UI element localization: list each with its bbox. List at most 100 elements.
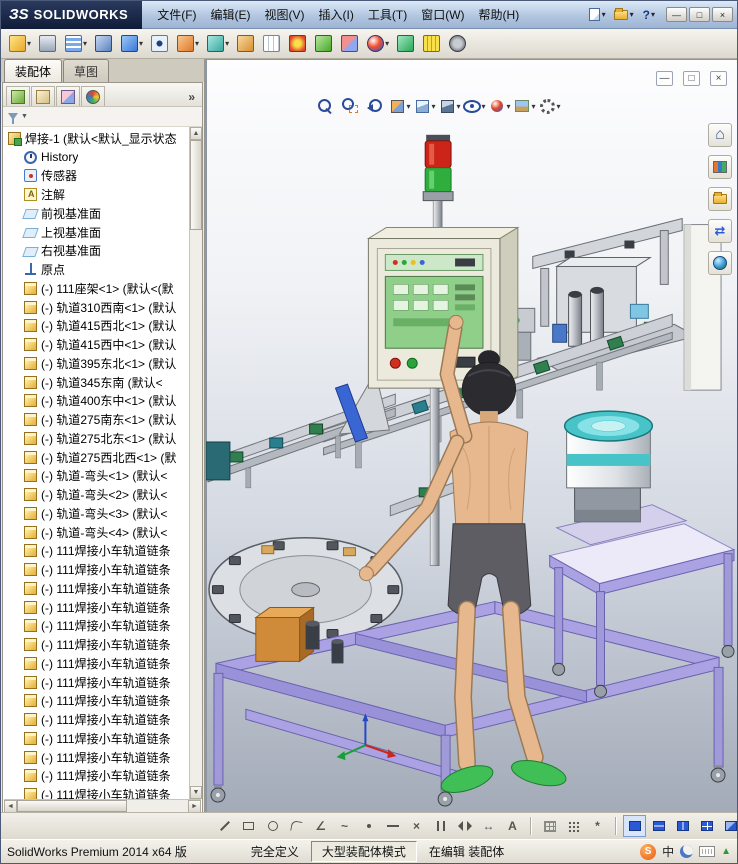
show-hidden-components-icon[interactable]	[148, 32, 172, 56]
simulation-icon[interactable]	[394, 32, 418, 56]
link-views-icon[interactable]	[719, 815, 738, 837]
sogou-input-icon[interactable]: S	[640, 843, 657, 860]
document-close-icon[interactable]: ×	[710, 71, 727, 86]
tree-item[interactable]: 传感器	[6, 167, 189, 186]
menu-item[interactable]: 帮助(H)	[472, 3, 527, 26]
tree-item[interactable]: (-) 111焊接小车轨道链条	[6, 748, 189, 767]
tree-item[interactable]: (-) 轨道275西北西<1> (默	[6, 448, 189, 467]
reference-geometry-icon[interactable]: ▾	[204, 32, 232, 56]
tree-item[interactable]: (-) 111焊接小车轨道链条	[6, 692, 189, 711]
configurationmanager-tab-icon[interactable]	[56, 86, 80, 106]
component-pattern-icon[interactable]: ▾	[62, 32, 90, 56]
document-minimize-icon[interactable]: —	[656, 71, 673, 86]
spline-icon[interactable]: ~	[333, 815, 356, 837]
tree-item[interactable]: (-) 轨道400东中<1> (默认	[6, 392, 189, 411]
centerline-icon[interactable]	[381, 815, 404, 837]
smart-fasteners-icon[interactable]	[92, 32, 116, 56]
tree-item[interactable]: (-) 轨道345东南 (默认<	[6, 373, 189, 392]
graphics-area[interactable]: ▾ ▾ ▾ ▾ ▾ ▾ ▾ — □ ×	[206, 59, 737, 812]
minimize-button[interactable]: —	[666, 7, 687, 22]
tree-item[interactable]: (-) 轨道275南东<1> (默认	[6, 410, 189, 429]
move-component-icon[interactable]: ▾	[118, 32, 146, 56]
hide-show-items-icon[interactable]: ▾	[464, 95, 486, 117]
scrollbar-thumb[interactable]	[190, 140, 202, 230]
menu-item[interactable]: 编辑(E)	[204, 3, 258, 26]
tree-item[interactable]: (-) 111焊接小车轨道链条	[6, 785, 189, 799]
view-settings-icon[interactable]: ▾	[539, 95, 561, 117]
document-tab[interactable]: 装配体	[4, 59, 63, 82]
help-icon[interactable]: ? ▾	[640, 7, 657, 23]
mate-icon[interactable]	[36, 32, 60, 56]
options-icon[interactable]	[446, 32, 470, 56]
tree-item[interactable]: (-) 轨道310西南<1> (默认	[6, 298, 189, 317]
menu-item[interactable]: 视图(V)	[258, 3, 312, 26]
tree-item[interactable]: 前视基准面	[6, 204, 189, 223]
viewport-two-horizontal-icon[interactable]	[647, 815, 670, 837]
filter-dropdown-arrow[interactable]: ▼	[21, 113, 28, 120]
document-tab[interactable]: 草图	[63, 59, 110, 82]
line-icon[interactable]	[213, 815, 236, 837]
fullwidth-toggle-icon[interactable]	[680, 845, 694, 858]
tree-item[interactable]: 上视基准面	[6, 223, 189, 242]
tree-filter-row[interactable]: ▼	[3, 107, 202, 127]
close-button[interactable]: ×	[712, 7, 733, 22]
viewport-two-vertical-icon[interactable]	[671, 815, 694, 837]
tree-item[interactable]: (-) 轨道415西中<1> (默认	[6, 335, 189, 354]
resources-home-icon[interactable]	[708, 123, 732, 147]
panel-overflow-chevron[interactable]: »	[184, 90, 199, 106]
tree-item[interactable]: (-) 111焊接小车轨道链条	[6, 654, 189, 673]
offset-entities-icon[interactable]	[429, 815, 452, 837]
exploded-view-icon[interactable]	[286, 32, 310, 56]
scrollbar-thumb[interactable]	[17, 800, 127, 812]
vibratory-bowl-feeder[interactable]	[555, 410, 688, 546]
tree-item[interactable]: (-) 轨道-弯头<3> (默认<	[6, 504, 189, 523]
tree-item[interactable]: (-) 轨道-弯头<1> (默认<	[6, 467, 189, 486]
viewport-four-icon[interactable]	[695, 815, 718, 837]
tree-item[interactable]: History	[6, 148, 189, 167]
trim-icon[interactable]: ×	[405, 815, 428, 837]
section-view-icon[interactable]: ▾	[389, 95, 411, 117]
design-library-icon[interactable]	[708, 155, 732, 179]
scroll-up-arrow[interactable]: ▲	[190, 127, 202, 140]
rectangle-icon[interactable]	[237, 815, 260, 837]
large-assembly-mode-indicator[interactable]: 大型装配体模式	[310, 841, 417, 862]
open-document-icon[interactable]: ▾	[612, 7, 636, 21]
zoom-to-area-icon[interactable]	[339, 95, 361, 117]
apply-scene-icon[interactable]: ▾	[514, 95, 536, 117]
menu-item[interactable]: 文件(F)	[150, 3, 203, 26]
display-style-icon[interactable]: ▾	[439, 95, 461, 117]
tree-item[interactable]: 注解	[6, 185, 189, 204]
featuremanager-tab-icon[interactable]	[6, 86, 30, 106]
measure-icon[interactable]	[420, 32, 444, 56]
maximize-button[interactable]: □	[689, 7, 710, 22]
vertical-scrollbar[interactable]: ▲ ▼	[189, 127, 202, 799]
arc-icon[interactable]	[285, 815, 308, 837]
tree-item[interactable]: 右视基准面	[6, 242, 189, 261]
tree-item[interactable]: (-) 111焊接小车轨道链条	[6, 560, 189, 579]
soft-keyboard-icon[interactable]	[699, 846, 716, 857]
file-explorer-icon[interactable]	[708, 187, 732, 211]
interference-detection-icon[interactable]	[338, 32, 362, 56]
circle-icon[interactable]	[261, 815, 284, 837]
tree-item[interactable]: (-) 111焊接小车轨道链条	[6, 673, 189, 692]
tree-item[interactable]: 焊接-1 (默认<默认_显示状态	[6, 129, 189, 148]
tree-item[interactable]: (-) 轨道-弯头<4> (默认<	[6, 523, 189, 542]
scrollbar-trough[interactable]	[190, 140, 202, 786]
tree-item[interactable]: (-) 轨道-弯头<2> (默认<	[6, 485, 189, 504]
tree-item[interactable]: (-) 111焊接小车轨道链条	[6, 710, 189, 729]
new-document-icon[interactable]: ▾	[587, 7, 608, 22]
tree-item[interactable]: (-) 111焊接小车轨道链条	[6, 767, 189, 786]
tree-item[interactable]: (-) 111焊接小车轨道链条	[6, 729, 189, 748]
tree-item[interactable]: (-) 111焊接小车轨道链条	[6, 598, 189, 617]
sketch-settings-icon[interactable]: *	[586, 815, 609, 837]
scroll-down-arrow[interactable]: ▼	[190, 786, 202, 799]
tree-item[interactable]: (-) 111座架<1> (默认<(默	[6, 279, 189, 298]
tray-arrow-icon[interactable]: ▲	[721, 846, 731, 857]
grid-icon[interactable]	[538, 815, 561, 837]
tree-item[interactable]: (-) 111焊接小车轨道链条	[6, 635, 189, 654]
bill-of-materials-icon[interactable]	[260, 32, 284, 56]
tree-item[interactable]: (-) 111焊接小车轨道链条	[6, 617, 189, 636]
assembly-features-icon[interactable]: ▾	[174, 32, 202, 56]
angle-dimension-icon[interactable]: ∠	[309, 815, 332, 837]
previous-view-icon[interactable]	[364, 95, 386, 117]
